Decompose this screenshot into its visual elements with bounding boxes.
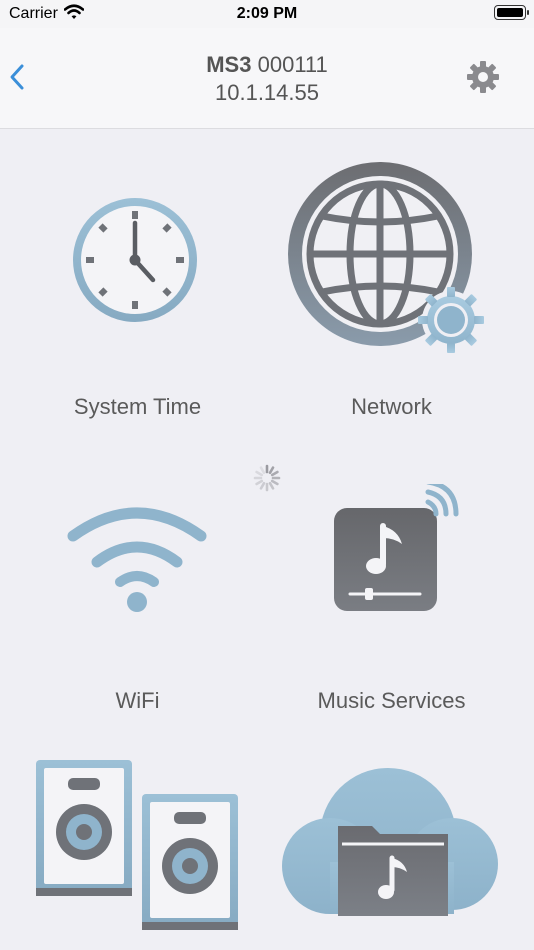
music-streaming-icon: [334, 484, 459, 611]
tile-cloud-music[interactable]: [274, 740, 509, 950]
device-title: MS3 000111: [0, 51, 534, 78]
tile-speakers[interactable]: [20, 740, 255, 950]
status-time: 2:09 PM: [236, 5, 298, 22]
status-bar: Carrier 2:09 PM: [0, 0, 534, 28]
tile-label-wifi: WiFi: [115, 688, 160, 713]
clock-icon: [73, 198, 197, 322]
battery-icon: [494, 5, 529, 20]
navigation-bar: MS3 000111 10.1.14.55: [0, 28, 534, 129]
speakers-icon: [36, 760, 238, 930]
device-model: MS3: [206, 52, 252, 77]
gear-icon: [467, 61, 499, 93]
cloud-music-folder-icon: [282, 768, 498, 916]
tile-network[interactable]: Network: [274, 150, 509, 430]
settings-button[interactable]: [466, 60, 500, 94]
tile-wifi[interactable]: WiFi: [20, 440, 255, 725]
globe-gear-icon: [288, 162, 484, 353]
wifi-icon: [67, 507, 207, 612]
tile-label-system-time: System Time: [73, 394, 202, 419]
tile-system-time[interactable]: System Time: [20, 150, 255, 430]
device-serial: 000111: [257, 52, 328, 77]
device-ip: 10.1.14.55: [215, 80, 319, 105]
tile-music-services[interactable]: Music Services: [274, 440, 509, 725]
tile-label-music-services: Music Services: [317, 688, 466, 713]
tile-label-network: Network: [351, 394, 432, 419]
